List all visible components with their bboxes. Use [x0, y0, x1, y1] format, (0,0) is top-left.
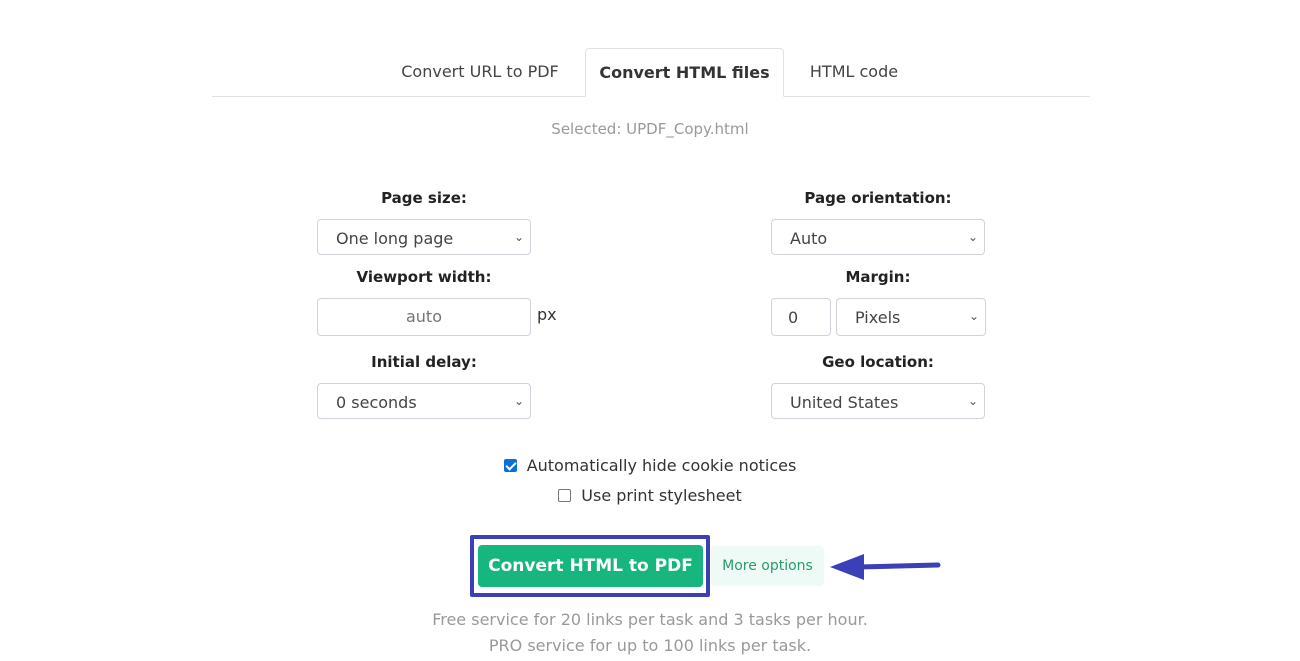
page-orientation-select[interactable]: Auto ⌄ — [771, 219, 985, 255]
page-orientation-value: Auto — [790, 229, 827, 248]
viewport-width-input[interactable] — [317, 298, 531, 336]
chevron-down-icon: ⌄ — [514, 218, 524, 256]
margin-unit-value: Pixels — [855, 308, 900, 327]
page-size-label: Page size: — [317, 189, 531, 207]
initial-delay-value: 0 seconds — [336, 393, 417, 412]
tab-convert-url[interactable]: Convert URL to PDF — [384, 48, 576, 96]
chevron-down-icon: ⌄ — [969, 297, 979, 335]
convert-html-to-pdf-button[interactable]: Convert HTML to PDF — [478, 545, 703, 587]
chevron-down-icon: ⌄ — [968, 218, 978, 256]
annotation-arrow-icon — [828, 552, 944, 582]
margin-input[interactable]: 0 — [771, 298, 831, 336]
hide-cookie-notices-checkbox[interactable] — [504, 459, 517, 472]
page-size-select[interactable]: One long page ⌄ — [317, 219, 531, 255]
more-options-button[interactable]: More options — [711, 546, 824, 586]
initial-delay-label: Initial delay: — [317, 353, 531, 371]
print-stylesheet-checkbox[interactable] — [558, 489, 571, 502]
initial-delay-select[interactable]: 0 seconds ⌄ — [317, 383, 531, 419]
geo-location-value: United States — [790, 393, 898, 412]
print-stylesheet-label[interactable]: Use print stylesheet — [581, 486, 741, 505]
viewport-unit-label: px — [537, 305, 557, 324]
tab-bar: Convert URL to PDF Convert HTML files HT… — [212, 48, 1090, 97]
tab-html-code[interactable]: HTML code — [790, 48, 918, 96]
chevron-down-icon: ⌄ — [514, 382, 524, 420]
pro-service-note: PRO service for up to 100 links per task… — [0, 636, 1300, 655]
print-stylesheet-option: Use print stylesheet — [0, 486, 1300, 505]
free-service-note: Free service for 20 links per task and 3… — [0, 610, 1300, 629]
page-orientation-label: Page orientation: — [771, 189, 985, 207]
hide-cookie-notices-label[interactable]: Automatically hide cookie notices — [527, 456, 797, 475]
hide-cookie-notices-option: Automatically hide cookie notices — [0, 456, 1300, 475]
page-size-value: One long page — [336, 229, 453, 248]
margin-label: Margin: — [771, 268, 985, 286]
selected-file-text: Selected: UPDF_Copy.html — [0, 120, 1300, 138]
geo-location-label: Geo location: — [771, 353, 985, 371]
margin-unit-select[interactable]: Pixels ⌄ — [836, 298, 986, 336]
viewport-width-label: Viewport width: — [317, 268, 531, 286]
geo-location-select[interactable]: United States ⌄ — [771, 383, 985, 419]
chevron-down-icon: ⌄ — [968, 382, 978, 420]
tab-convert-html-files[interactable]: Convert HTML files — [585, 48, 784, 97]
